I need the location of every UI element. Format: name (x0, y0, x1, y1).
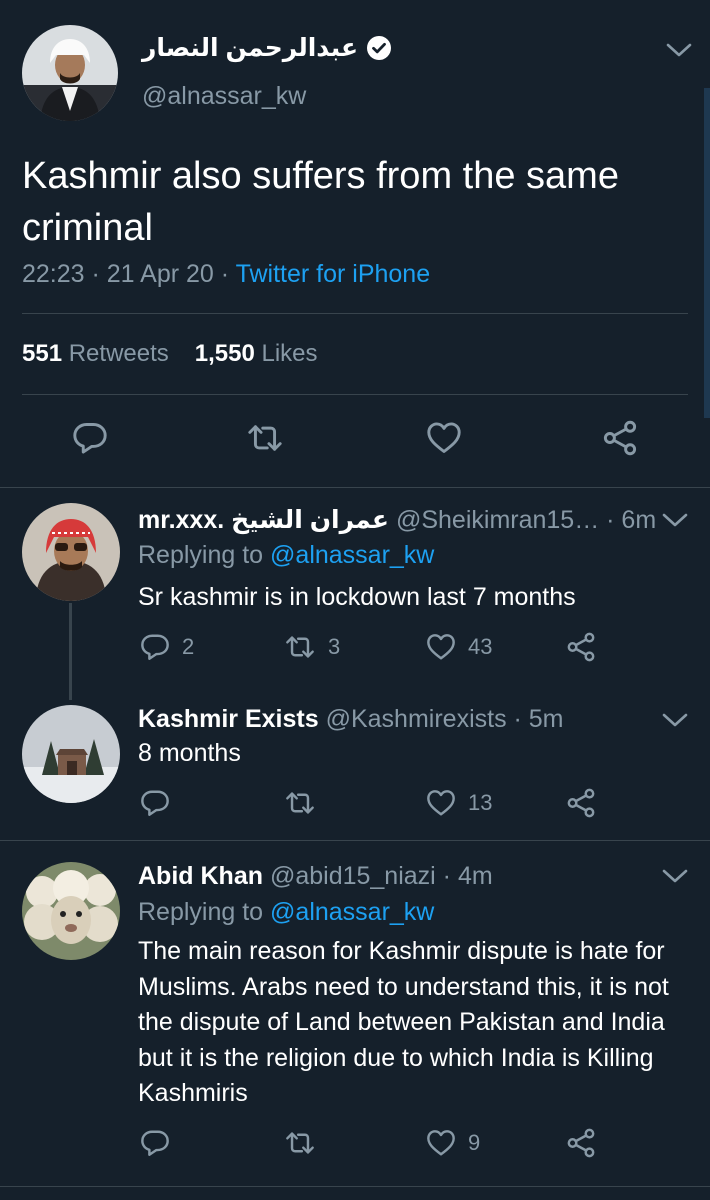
retweet-icon (284, 1128, 316, 1158)
reply-button[interactable] (72, 420, 108, 456)
share-button[interactable] (602, 420, 638, 456)
tweet-timestamp: 22:23 · 21 Apr 20 · (22, 260, 236, 288)
reply-count: 2 (182, 634, 195, 659)
retweet-icon (246, 420, 284, 456)
reply-author-name[interactable]: mr.xxx. عمران الشيخ (138, 506, 389, 534)
likes-stat[interactable]: 1,550 Likes (195, 340, 318, 368)
tweet-stats: 551 Retweets 1,550 Likes (22, 340, 318, 368)
divider (0, 487, 710, 488)
reply-author-name[interactable]: Abid Khan (138, 862, 263, 890)
reply-actions: 13 (0, 788, 710, 822)
retweet-button[interactable] (284, 788, 328, 818)
share-button[interactable] (566, 788, 596, 818)
main-tweet: عبدالرحمن النصار @alnassar_kw Kashmir al… (0, 0, 710, 488)
author-name[interactable]: عبدالرحمن النصار (142, 33, 358, 63)
reply-header: Kashmir Exists @Kashmirexists · 5m (138, 705, 564, 734)
reply-icon (140, 1128, 170, 1158)
heart-icon (426, 788, 456, 818)
replying-to-link[interactable]: @alnassar_kw (270, 898, 434, 926)
reply-text: The main reason for Kashmir dispute is h… (138, 937, 669, 1107)
reply-actions: 9 (0, 1128, 710, 1162)
chevron-down-icon[interactable] (662, 868, 688, 884)
reply-button[interactable]: 2 (140, 632, 194, 662)
like-button[interactable]: 9 (426, 1128, 480, 1158)
divider (22, 394, 688, 395)
reply-handle-time[interactable]: @Sheikimran15… · 6m (396, 506, 656, 534)
reply-icon (72, 420, 108, 456)
avatar[interactable] (22, 503, 120, 601)
reply-handle-time[interactable]: @Kashmirexists · 5m (326, 705, 564, 733)
retweet-icon (284, 632, 316, 662)
share-icon (566, 1128, 596, 1158)
chevron-down-icon[interactable] (666, 42, 692, 58)
retweets-stat[interactable]: 551 Retweets (22, 340, 169, 368)
author-handle[interactable]: @alnassar_kw (142, 82, 306, 111)
retweet-button[interactable] (284, 1128, 328, 1158)
like-count: 13 (468, 790, 493, 815)
retweet-button[interactable]: 3 (284, 632, 340, 662)
avatar[interactable] (22, 862, 120, 960)
share-icon (566, 632, 596, 662)
heart-icon (426, 632, 456, 662)
like-count: 9 (468, 1130, 481, 1155)
reply-button[interactable] (140, 788, 182, 818)
verified-badge-icon (367, 36, 392, 60)
reply-icon (140, 632, 170, 662)
chevron-down-icon[interactable] (662, 712, 688, 728)
reply-handle-time[interactable]: @abid15_niazi · 4m (270, 862, 493, 890)
reply-button[interactable] (140, 1128, 182, 1158)
like-button[interactable]: 13 (426, 788, 492, 818)
share-button[interactable] (566, 632, 596, 662)
tweet-text: Kashmir also suffers from the same crimi… (22, 155, 619, 249)
divider (0, 840, 710, 841)
heart-icon (426, 420, 462, 456)
replying-to: Replying to @alnassar_kw (138, 898, 435, 926)
avatar[interactable] (22, 25, 118, 121)
reply-header: mr.xxx. عمران الشيخ @Sheikimran15… · 6m (138, 505, 656, 535)
share-icon (602, 420, 638, 456)
heart-icon (426, 1128, 456, 1158)
divider (22, 313, 688, 314)
tweet-meta: 22:23 · 21 Apr 20 · Twitter for iPhone (22, 260, 430, 289)
retweet-icon (284, 788, 316, 818)
chevron-down-icon[interactable] (662, 512, 688, 528)
share-icon (566, 788, 596, 818)
like-count: 43 (468, 634, 493, 659)
thread-connector (69, 603, 72, 700)
like-button[interactable] (426, 420, 462, 456)
like-button[interactable]: 43 (426, 632, 492, 662)
divider (0, 1186, 710, 1187)
tweet-source-link[interactable]: Twitter for iPhone (236, 260, 431, 288)
reply-actions: 2 3 43 (0, 632, 710, 666)
reply-header: Abid Khan @abid15_niazi · 4m (138, 862, 493, 891)
retweet-button[interactable] (246, 420, 284, 456)
reply-author-name[interactable]: Kashmir Exists (138, 705, 319, 733)
retweet-count: 3 (328, 634, 341, 659)
share-button[interactable] (566, 1128, 596, 1158)
reply-icon (140, 788, 170, 818)
tweet-actions (0, 420, 710, 460)
replying-to: Replying to @alnassar_kw (138, 541, 435, 569)
replying-to-link[interactable]: @alnassar_kw (270, 541, 434, 569)
reply-text: 8 months (138, 739, 241, 767)
reply-text: Sr kashmir is in lockdown last 7 months (138, 583, 576, 611)
